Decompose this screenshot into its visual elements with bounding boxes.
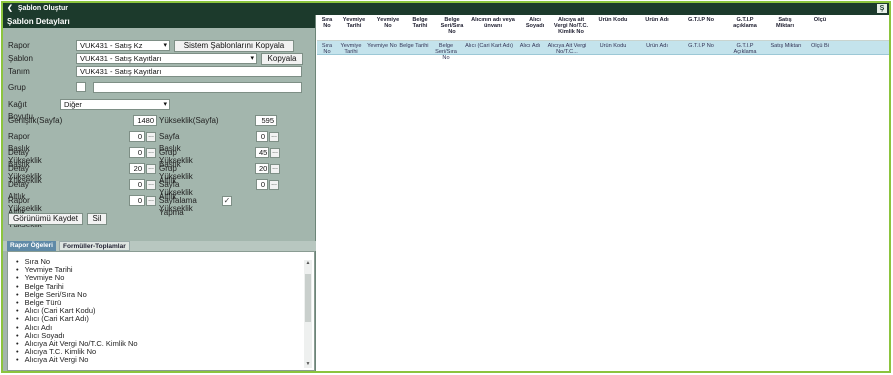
column-header-band: Sıra No Yevmiye Tarihi Yevmiye No Belge … — [317, 15, 889, 41]
preview-cell[interactable]: Belge Seri/Sıra No — [431, 43, 461, 61]
sablon-select[interactable]: VUK431 - Satış Kayıtları — [76, 53, 257, 64]
preview-cell[interactable]: Alıcıya Ait Vergi No/T.C... — [545, 43, 589, 55]
scroll-down-icon[interactable]: ▼ — [304, 361, 312, 368]
column-header[interactable]: G.T.İ.P No — [681, 17, 721, 23]
scroll-up-icon[interactable]: ▲ — [304, 260, 312, 267]
no-pagination-label: Sayfalama Yapma — [159, 196, 197, 217]
template-details-panel: Şablon Detayları Rapor VUK431 - Satış Kz… — [3, 15, 316, 371]
grup-checkbox[interactable] — [76, 82, 86, 92]
detail-preview-band: Sıra No Yevmiye Tarihi Yevmiye No Belge … — [317, 41, 889, 61]
preview-cell[interactable]: Alıcı Adı — [517, 43, 543, 49]
page-header-height-input[interactable]: 0 — [256, 131, 268, 142]
report-header-height-input[interactable]: 0 — [129, 131, 145, 142]
page-header-height-more-button[interactable]: ... — [269, 132, 279, 142]
report-header-height-more-button[interactable]: ... — [146, 132, 156, 142]
rapor-select[interactable]: VUK431 - Satış Kz — [76, 40, 170, 51]
preview-cell[interactable]: G.T.İ.P No — [681, 43, 721, 49]
group-footer-height-input[interactable]: 20 — [255, 163, 269, 174]
copy-button[interactable]: Kopyala — [261, 53, 303, 65]
column-header[interactable]: G.T.İ.P açıklama — [725, 17, 765, 29]
column-header[interactable]: Yevmiye No — [373, 17, 403, 29]
preview-cell[interactable]: Ölçü Bi — [805, 43, 835, 49]
tab-formulas-totals[interactable]: Formüller-Toplamlar — [59, 241, 130, 251]
window: ❮ Şablon Oluştur Ş Şablon Detayları Rapo… — [1, 1, 891, 373]
preview-cell[interactable]: Yevmiye Tarihi — [337, 43, 365, 55]
detail-footer-height-more-button[interactable]: ... — [146, 180, 156, 190]
column-header[interactable]: Ürün Adı — [637, 17, 677, 23]
column-header[interactable]: Sıra No — [319, 17, 335, 29]
width-input[interactable]: 1480 — [133, 115, 157, 126]
rapor-label: Rapor — [8, 41, 30, 50]
detail-header-height-more-button[interactable]: ... — [146, 148, 156, 158]
page-footer-height-more-button[interactable]: ... — [269, 180, 279, 190]
column-header[interactable]: Ürün Kodu — [593, 17, 633, 23]
detail-header-height-input[interactable]: 0 — [129, 147, 145, 158]
detail-height-input[interactable]: 20 — [129, 163, 145, 174]
column-header[interactable]: Alıcı Soyadı — [521, 17, 549, 29]
paper-size-select[interactable]: Diğer — [60, 99, 170, 110]
column-header[interactable]: Ölçü — [805, 17, 835, 23]
column-header[interactable]: Belge Seri/Sıra No — [437, 17, 467, 35]
column-header[interactable]: Satış Miktarı — [769, 17, 801, 29]
width-label: Genişlik(Sayfa) — [8, 116, 63, 125]
list-item[interactable]: Alıcıya Ait Vergi No — [16, 356, 138, 364]
panel-title: Şablon Detayları — [3, 15, 315, 28]
column-header[interactable]: Alıcının adı veya ünvanı — [469, 17, 517, 29]
preview-cell[interactable]: Belge Tarihi — [399, 43, 429, 49]
preview-cell[interactable]: Yevmiye No — [367, 43, 397, 49]
grup-input[interactable] — [93, 82, 302, 93]
tanim-label: Tanım — [8, 67, 30, 76]
grup-label: Grup — [8, 83, 26, 92]
list-scrollbar[interactable]: ▲ ▼ — [304, 260, 312, 368]
tanim-input[interactable]: VUK431 - Satış Kayıtları — [76, 66, 302, 77]
report-footer-height-input[interactable]: 0 — [129, 195, 145, 206]
group-header-height-input[interactable]: 45 — [255, 147, 269, 158]
report-footer-height-more-button[interactable]: ... — [146, 196, 156, 206]
group-header-height-more-button[interactable]: ... — [270, 148, 280, 158]
column-header[interactable]: Belge Tarihi — [405, 17, 435, 29]
window-titlebar: ❮ Şablon Oluştur Ş — [3, 3, 889, 15]
back-arrow-icon[interactable]: ❮ — [7, 5, 13, 12]
height-input[interactable]: 595 — [255, 115, 277, 126]
delete-button[interactable]: Sil — [87, 213, 107, 225]
preview-cell[interactable]: Ürün Kodu — [593, 43, 633, 49]
tab-bar: Rapor Öğeleri Formüller-Toplamlar — [3, 241, 316, 251]
system-templates-copy-button[interactable]: Sistem Şablonlarını Kopyala — [174, 40, 294, 52]
save-view-button[interactable]: Görünümü Kaydet — [8, 213, 83, 225]
report-designer-canvas[interactable]: Sıra No Yevmiye Tarihi Yevmiye No Belge … — [317, 15, 889, 371]
sablon-label: Şablon — [8, 54, 33, 63]
preview-cell[interactable]: Sıra No — [319, 43, 335, 55]
corner-icon[interactable]: Ş — [877, 4, 887, 13]
no-pagination-checkbox[interactable]: ✓ — [222, 196, 232, 206]
preview-cell[interactable]: Alıcı (Cari Kart Adı) — [463, 43, 515, 49]
preview-cell[interactable]: G.T.İ.P Açıklama — [725, 43, 765, 55]
column-header[interactable]: Alıcıya ait Vergi No/T.C. Kimlik No — [553, 17, 589, 35]
height-label: Yükseklik(Sayfa) — [159, 116, 219, 125]
detail-footer-height-input[interactable]: 0 — [129, 179, 145, 190]
tab-report-items[interactable]: Rapor Öğeleri — [7, 241, 56, 251]
group-footer-height-more-button[interactable]: ... — [270, 164, 280, 174]
page-footer-height-input[interactable]: 0 — [256, 179, 268, 190]
detail-height-more-button[interactable]: ... — [146, 164, 156, 174]
window-title: Şablon Oluştur — [17, 5, 68, 12]
preview-cell[interactable]: Satış Miktarı — [769, 43, 803, 49]
column-header[interactable]: Yevmiye Tarihi — [339, 17, 369, 29]
preview-cell[interactable]: Ürün Adı — [637, 43, 677, 49]
report-items-list: Sıra No Yevmiye Tarihi Yevmiye No Belge … — [7, 251, 315, 371]
scrollbar-thumb[interactable] — [305, 274, 311, 322]
